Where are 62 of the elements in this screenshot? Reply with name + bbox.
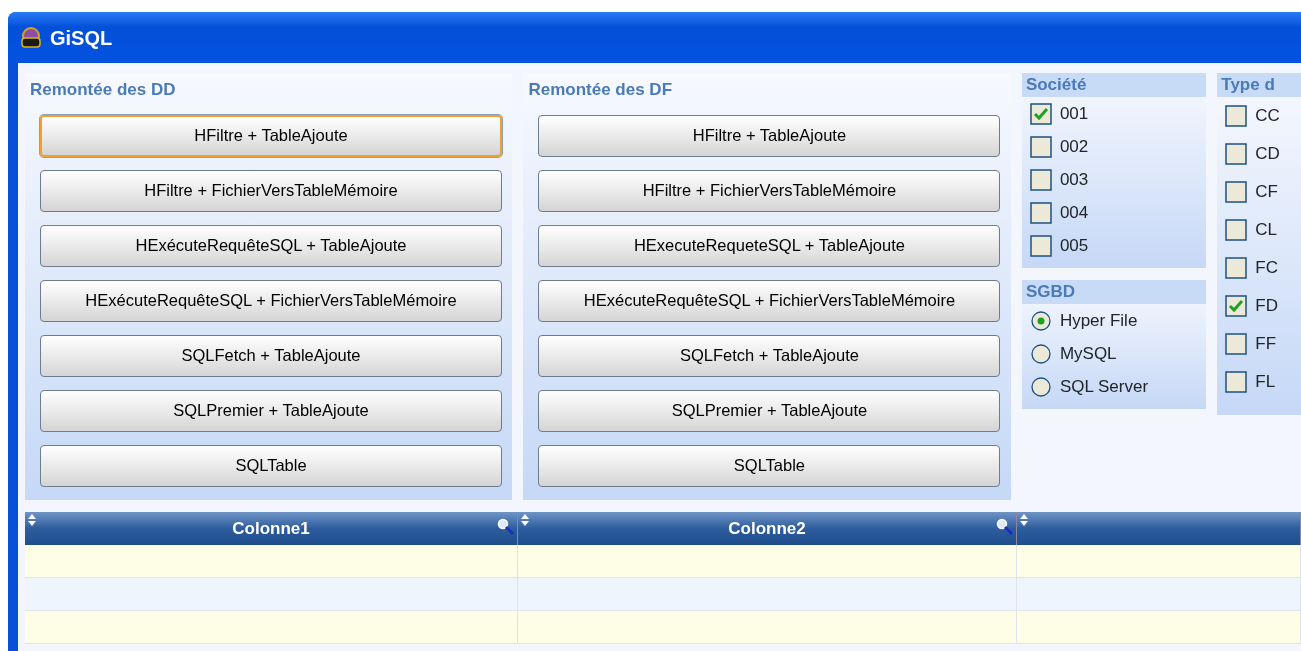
checkbox[interactable]	[1225, 181, 1248, 203]
sort-icon[interactable]	[28, 514, 36, 526]
radio-label: Hyper File	[1059, 309, 1138, 332]
action-button[interactable]: HFiltre + TableAjoute	[538, 114, 1001, 157]
checkbox[interactable]	[1029, 102, 1052, 125]
sort-icon[interactable]	[521, 514, 529, 526]
action-button[interactable]: SQLFetch + TableAjoute	[40, 334, 502, 377]
app-icon	[20, 26, 42, 49]
window-title: GiSQL	[50, 25, 113, 51]
checkbox-label: 004	[1059, 201, 1089, 224]
action-button[interactable]: SQLFetch + TableAjoute	[538, 334, 1001, 377]
checkbox[interactable]	[1225, 105, 1248, 127]
action-button[interactable]: HFiltre + FichierVersTableMémoire	[538, 169, 1001, 212]
checkbox-label: FC	[1255, 257, 1278, 280]
checkbox-label: FL	[1255, 371, 1276, 394]
action-button[interactable]: HExécuteRequêteSQL + TableAjoute	[40, 224, 502, 267]
checkbox-label: 005	[1059, 234, 1089, 257]
panel-title: Type d	[1217, 73, 1301, 97]
checkbox-label: CD	[1255, 143, 1280, 166]
panel-title: Société	[1021, 73, 1207, 97]
radio-button[interactable]	[1029, 375, 1052, 398]
checkbox[interactable]	[1029, 201, 1052, 224]
action-button[interactable]: HFiltre + FichierVersTableMémoire	[40, 169, 502, 212]
radio-button[interactable]	[1029, 342, 1052, 365]
checkbox-label: CF	[1255, 181, 1278, 204]
checkbox-label: 003	[1059, 168, 1089, 191]
checkbox-label: FD	[1255, 295, 1278, 318]
checkbox[interactable]	[1029, 135, 1052, 158]
checkbox[interactable]	[1225, 295, 1248, 317]
radio-button[interactable]	[1029, 309, 1052, 332]
search-icon[interactable]	[996, 518, 1014, 536]
checkbox[interactable]	[1225, 257, 1248, 279]
action-button[interactable]: HExécuteRequêteSQL + FichierVersTableMémoire	[538, 279, 1001, 322]
search-icon[interactable]	[497, 518, 515, 536]
radio-label: SQL Server	[1059, 375, 1149, 398]
action-button[interactable]: HFiltre + TableAjoute	[40, 114, 502, 157]
action-button[interactable]: SQLPremier + TableAjoute	[538, 389, 1001, 432]
checkbox[interactable]	[1029, 234, 1052, 257]
checkbox[interactable]	[1225, 219, 1248, 241]
column-title: Colonne2	[728, 517, 806, 540]
column-header[interactable]: Colonne2	[518, 512, 1017, 545]
radio-label: MySQL	[1059, 342, 1117, 365]
sort-icon[interactable]	[1020, 514, 1028, 526]
action-button[interactable]: HExécuteRequêteSQL + FichierVersTableMémoire	[40, 279, 502, 322]
action-button[interactable]: SQLTable	[40, 444, 502, 487]
panel-title: Remontée des DF	[528, 79, 674, 101]
panel-title: Remontée des DD	[30, 79, 177, 101]
panel-title: SGBD	[1021, 280, 1207, 304]
column-title: Colonne1	[232, 517, 310, 540]
checkbox[interactable]	[1225, 333, 1248, 355]
action-button[interactable]: HExecuteRequeteSQL + TableAjoute	[538, 224, 1001, 267]
action-button[interactable]: SQLTable	[538, 444, 1001, 487]
checkbox[interactable]	[1225, 143, 1248, 165]
checkbox-label: 001	[1059, 102, 1089, 125]
checkbox-label: CC	[1255, 105, 1280, 128]
column-header[interactable]: Colonne1	[25, 512, 518, 545]
checkbox-label: 002	[1059, 135, 1089, 158]
checkbox-label: CL	[1255, 219, 1277, 242]
checkbox[interactable]	[1225, 371, 1248, 393]
action-button[interactable]: SQLPremier + TableAjoute	[40, 389, 502, 432]
checkbox[interactable]	[1029, 168, 1052, 191]
checkbox-label: FF	[1255, 333, 1277, 356]
